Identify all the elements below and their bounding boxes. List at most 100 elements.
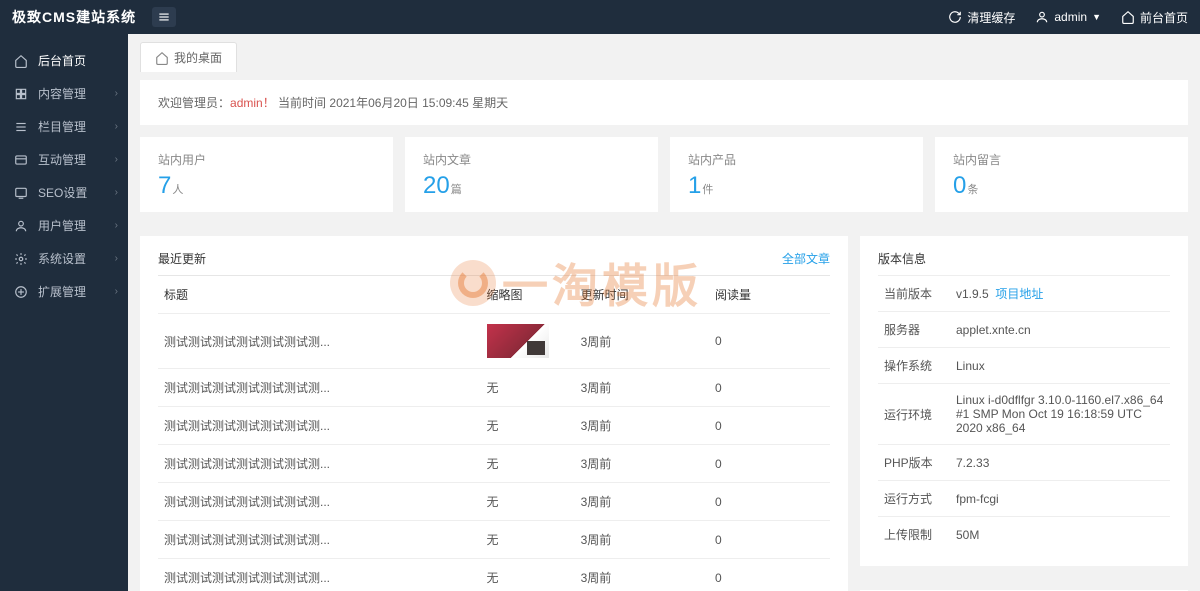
frontend-home-button[interactable]: 前台首页 [1121,9,1188,26]
nav-label: 后台首页 [38,52,86,69]
stat-card-2: 站内产品 1件 [670,137,923,212]
clear-cache-button[interactable]: 清理缓存 [948,9,1015,26]
info-value: Linux i-d0dflfgr 3.10.0-1160.el7.x86_64 … [950,384,1170,445]
info-label: 服务器 [878,312,950,348]
nav-icon [14,153,30,167]
nav-icon [14,120,30,134]
cell-thumb: 无 [481,521,575,559]
stat-card-3: 站内留言0条 [935,137,1188,212]
nav-icon [14,285,30,299]
table-row[interactable]: 测试测试测试测试测试测试测...无3周前0 [158,483,830,521]
cell-views: 0 [709,559,830,591]
table-row[interactable]: 测试测试测试测试测试测试测...3周前0 [158,314,830,369]
table-row[interactable]: 测试测试测试测试测试测试测...无3周前0 [158,445,830,483]
recent-title: 最近更新 [158,250,206,267]
cell-thumb: 无 [481,369,575,407]
info-value: fpm-fcgi [950,481,1170,517]
cell-time: 3周前 [575,521,709,559]
nav-label: 用户管理 [38,217,86,234]
chevron-right-icon: › [115,121,118,132]
table-row[interactable]: 测试测试测试测试测试测试测...无3周前0 [158,559,830,591]
thumbnail-image [487,324,549,358]
stat-label: 站内文章 [423,151,640,168]
table-row[interactable]: 测试测试测试测试测试测试测...无3周前0 [158,369,830,407]
info-label: 操作系统 [878,348,950,384]
refresh-icon [948,10,962,24]
table-row[interactable]: 测试测试测试测试测试测试测...无3周前0 [158,521,830,559]
welcome-admin: admin！ [230,96,275,110]
nav-label: 系统设置 [38,250,86,267]
clear-cache-label: 清理缓存 [967,9,1015,26]
welcome-time-prefix: 当前时间 [278,96,326,110]
cell-views: 0 [709,483,830,521]
welcome-prefix: 欢迎管理员： [158,96,230,110]
chevron-right-icon: › [115,253,118,264]
info-value: Linux [950,348,1170,384]
stat-value: 20篇 [423,172,640,200]
tab-desktop[interactable]: 我的桌面 [140,42,237,72]
stat-label: 站内产品 [688,151,905,168]
cell-views: 0 [709,369,830,407]
cell-title: 测试测试测试测试测试测试测... [158,521,481,559]
info-row: 上传限制50M [878,517,1170,553]
chevron-right-icon: › [115,154,118,165]
nav-icon [14,252,30,266]
version-table: 当前版本v1.9.5 项目地址服务器applet.xnte.cn操作系统Linu… [878,275,1170,552]
cell-time: 3周前 [575,445,709,483]
admin-menu[interactable]: admin ▼ [1035,10,1101,24]
chevron-right-icon: › [115,220,118,231]
stat-value: 7人 [158,172,375,200]
stat-value: 1件 [688,172,905,200]
menu-icon [157,10,171,24]
sidebar-item-6[interactable]: 系统设置 › [0,242,128,275]
frontend-home-label: 前台首页 [1140,9,1188,26]
tab-label: 我的桌面 [174,49,222,66]
stat-label: 站内用户 [158,151,375,168]
user-icon [1035,10,1049,24]
sidebar-item-2[interactable]: 栏目管理› [0,110,128,143]
cell-time: 3周前 [575,483,709,521]
cell-thumb: 无 [481,483,575,521]
stat-label: 站内留言 [953,151,1170,168]
stat-card-0: 站内用户 7人 [140,137,393,212]
sidebar-item-7[interactable]: 扩展管理› [0,275,128,308]
table-row[interactable]: 测试测试测试测试测试测试测...无3周前0 [158,407,830,445]
info-label: PHP版本 [878,445,950,481]
info-row: 运行方式fpm-fcgi [878,481,1170,517]
cell-views: 0 [709,407,830,445]
nav-icon [14,186,30,200]
sidebar-item-1[interactable]: 内容管理 › [0,77,128,110]
sidebar-item-0[interactable]: 后台首页 [0,44,128,77]
info-row: 操作系统Linux [878,348,1170,384]
recent-table: 标题 缩略图 更新时间 阅读量 测试测试测试测试测试测试测...3周前0测试测试… [158,275,830,591]
th-thumb: 缩略图 [481,276,575,314]
info-value: applet.xnte.cn [950,312,1170,348]
home-icon [1121,10,1135,24]
cell-time: 3周前 [575,407,709,445]
nav-icon [14,87,30,101]
info-row: 当前版本v1.9.5 项目地址 [878,276,1170,312]
stat-card-1: 站内文章 20篇 [405,137,658,212]
cell-title: 测试测试测试测试测试测试测... [158,407,481,445]
main-content: 我的桌面 欢迎管理员：admin！ 当前时间 2021年06月20日 15:09… [128,34,1200,591]
cell-title: 测试测试测试测试测试测试测... [158,559,481,591]
sidebar-item-5[interactable]: 用户管理 › [0,209,128,242]
nav-icon [14,54,30,68]
sidebar-item-3[interactable]: 互动管理› [0,143,128,176]
recent-updates-panel: 最近更新 全部文章 标题 缩略图 更新时间 阅读量 测试测试测试测试 [140,236,848,591]
chevron-down-icon: ▼ [1092,12,1101,22]
nav-label: 内容管理 [38,85,86,102]
all-articles-link[interactable]: 全部文章 [782,250,830,267]
th-views: 阅读量 [709,276,830,314]
chevron-right-icon: › [115,88,118,99]
menu-toggle-button[interactable] [152,7,176,27]
nav-icon [14,219,30,233]
project-link[interactable]: 项目地址 [995,287,1043,301]
info-row: 服务器applet.xnte.cn [878,312,1170,348]
sidebar: 后台首页内容管理›栏目管理›互动管理›SEO设置›用户管理›系统设置›扩展管理› [0,34,128,591]
info-label: 运行环境 [878,384,950,445]
info-label: 上传限制 [878,517,950,553]
sidebar-item-4[interactable]: SEO设置› [0,176,128,209]
cell-thumb: 无 [481,407,575,445]
info-value: 7.2.33 [950,445,1170,481]
